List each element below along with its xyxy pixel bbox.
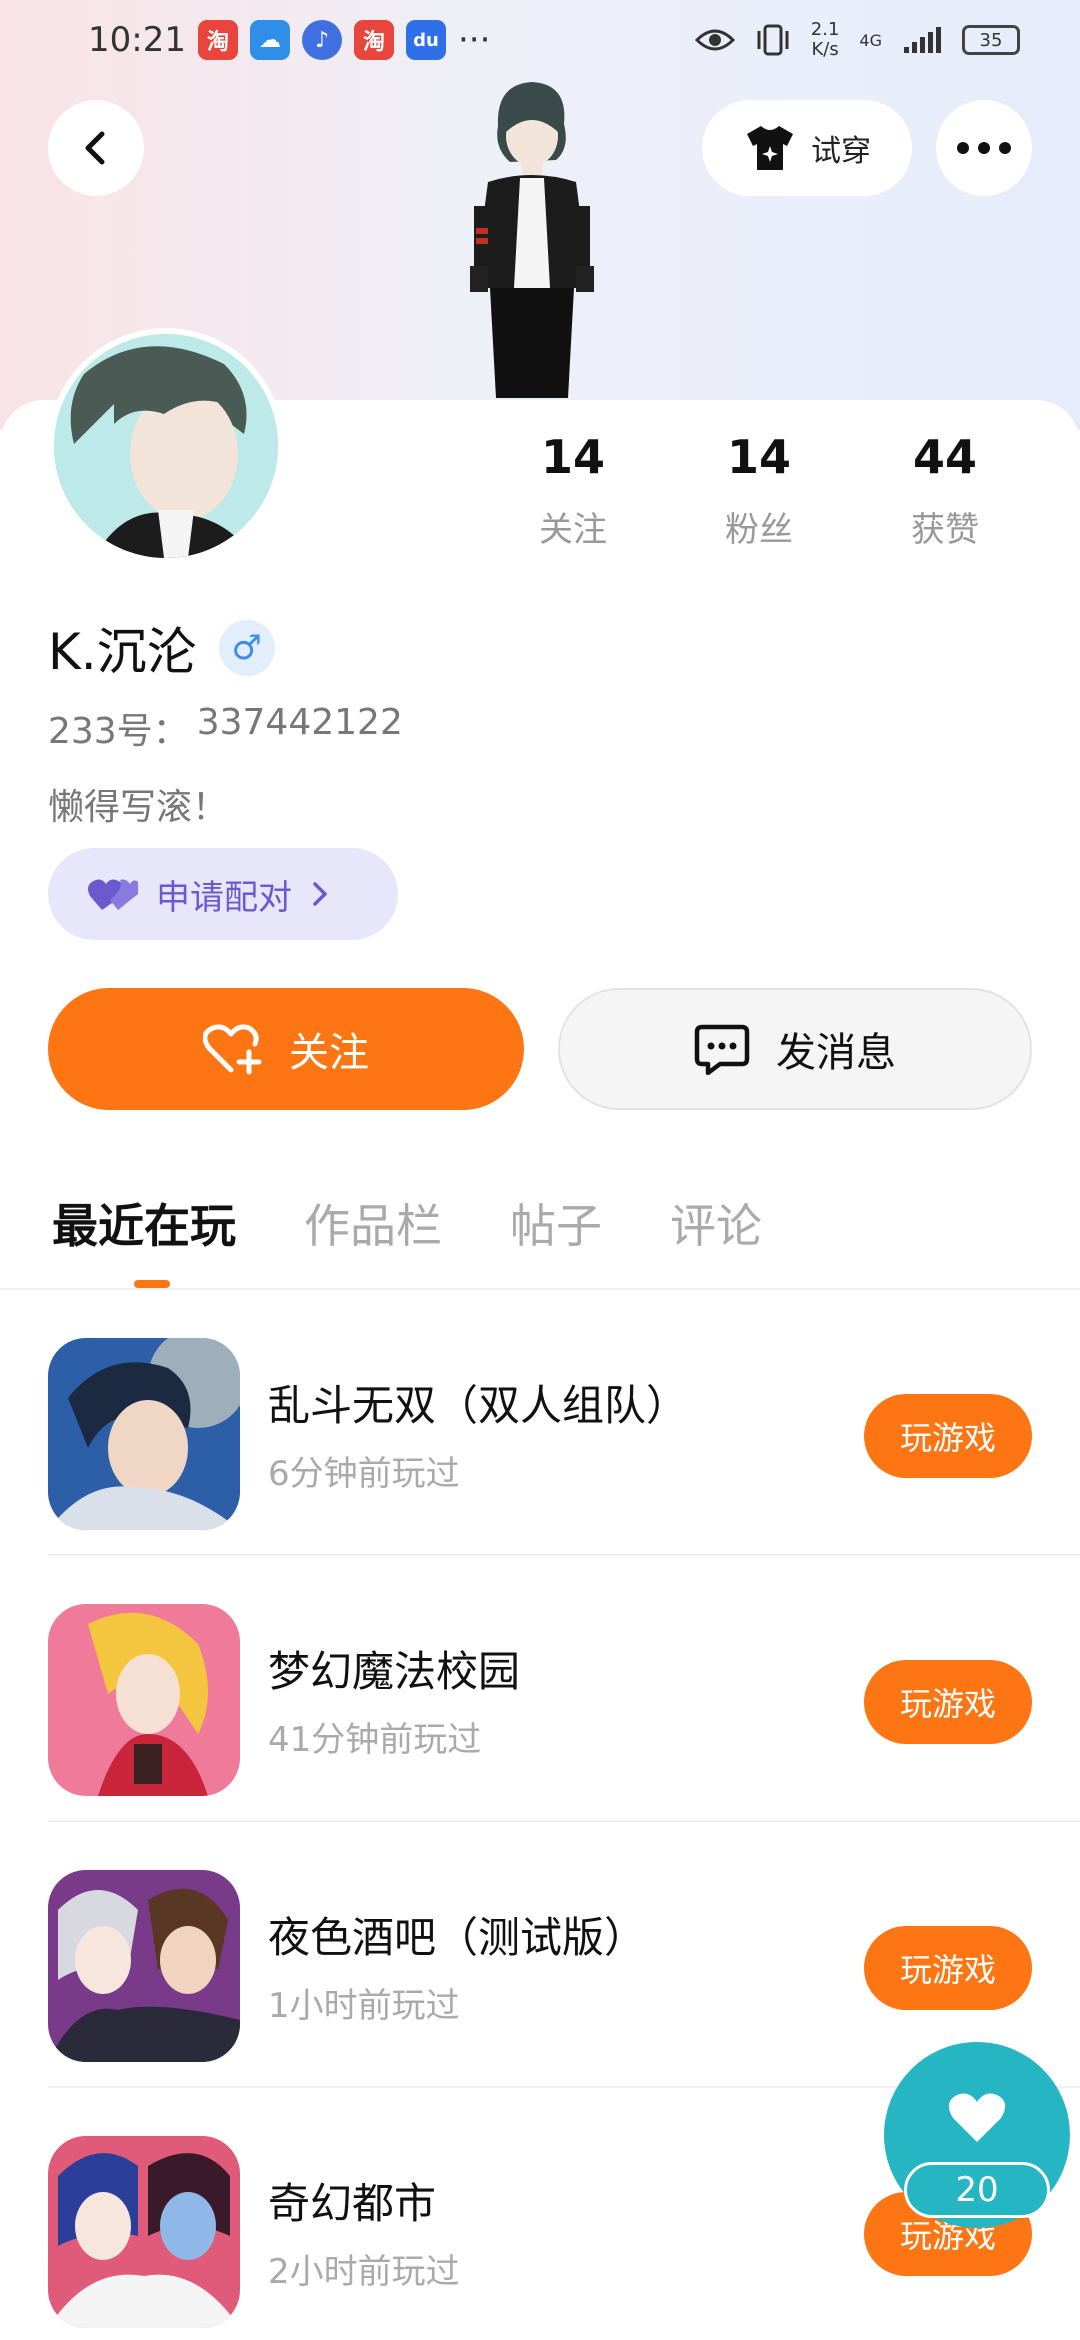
music-icon: ♪ [301, 20, 342, 60]
game-last-played: 2小时前玩过 [268, 2252, 460, 2292]
signal-icon [904, 27, 941, 53]
play-game-button[interactable]: 玩游戏 [864, 1394, 1032, 1478]
eye-icon [694, 29, 735, 51]
heart-add-icon [203, 1024, 262, 1075]
game-icon [48, 2136, 240, 2328]
play-game-button[interactable]: 玩游戏 [864, 1926, 1032, 2010]
try-on-button[interactable]: 试穿 [702, 100, 912, 196]
game-title: 梦幻魔法校园 [268, 1647, 521, 1696]
apply-pair-label: 申请配对 [156, 877, 292, 918]
tab-posts[interactable]: 帖子 [510, 1190, 602, 1256]
list-item[interactable]: 梦幻魔法校园 41分钟前玩过 玩游戏 [0, 1556, 1080, 1822]
game-title: 夜色酒吧（测试版） [268, 1913, 647, 1962]
send-message-button[interactable]: 发消息 [558, 988, 1032, 1110]
game-icon [48, 1870, 240, 2062]
speed-value: 2.1 [810, 19, 840, 40]
list-item[interactable]: 夜色酒吧（测试版） 1小时前玩过 玩游戏 [0, 1822, 1080, 2088]
battery-icon: 35 [962, 25, 1020, 55]
likes-count: 44 [912, 430, 977, 484]
back-button[interactable] [48, 100, 144, 196]
game-title: 乱斗无双（双人组队） [268, 1381, 689, 1430]
tshirt-icon [747, 126, 793, 170]
apply-pair-button[interactable]: 申请配对 [48, 848, 398, 940]
tab-recently-played[interactable]: 最近在玩 [52, 1190, 236, 1256]
user-id: 233号： 337442122 [48, 702, 403, 754]
battery-level: 35 [979, 29, 1003, 51]
tab-comments[interactable]: 评论 [670, 1190, 762, 1256]
vibrate-icon [757, 24, 789, 56]
character-figure [470, 82, 594, 398]
status-more: ··· [457, 20, 491, 60]
following-label: 关注 [539, 510, 607, 550]
stats-row: 14 关注 14 粉丝 44 获赞 [480, 430, 1040, 551]
game-last-played: 1小时前玩过 [268, 1986, 460, 2026]
avatar-image [54, 334, 278, 558]
send-message-label: 发消息 [776, 1030, 896, 1076]
heart-icon [948, 2093, 1006, 2142]
avatar[interactable] [48, 328, 284, 564]
bio: 懒得写滚！ [48, 787, 229, 828]
game-last-played: 6分钟前玩过 [268, 1454, 460, 1494]
follow-button[interactable]: 关注 [48, 988, 524, 1110]
followers-label: 粉丝 [725, 510, 793, 550]
taobao-icon: 淘 [353, 20, 394, 60]
taobao-icon: 淘 [197, 20, 238, 60]
baidu-icon: du [405, 20, 446, 60]
following-count: 14 [540, 430, 605, 484]
username: K.沉沦 [48, 623, 197, 681]
stat-followers[interactable]: 14 粉丝 [666, 430, 852, 551]
more-options-button[interactable] [936, 100, 1032, 196]
stat-likes[interactable]: 44 获赞 [852, 430, 1038, 551]
follow-label: 关注 [289, 1030, 369, 1076]
active-tab-indicator [134, 1280, 170, 1288]
profile-tabs: 最近在玩 作品栏 帖子 评论 [52, 1190, 762, 1256]
user-id-value: 337442122 [196, 702, 403, 743]
like-count-badge: 20 [904, 2162, 1050, 2218]
chat-bubble-icon [694, 1024, 750, 1075]
status-bar: 10:21 淘 ☁ ♪ 淘 du ··· 2.1 K/s 4G 35 [0, 0, 1080, 80]
gender-male-icon: ♂ [218, 620, 275, 676]
list-item[interactable]: 乱斗无双（双人组队） 6分钟前玩过 玩游戏 [0, 1290, 1080, 1556]
game-last-played: 41分钟前玩过 [268, 1720, 482, 1760]
tab-works[interactable]: 作品栏 [304, 1190, 442, 1256]
status-time: 10:21 [88, 20, 186, 60]
likes-label: 获赞 [911, 510, 979, 550]
network-speed: 2.1 K/s [811, 20, 840, 60]
chevron-left-icon [85, 131, 105, 165]
double-heart-icon [88, 879, 138, 910]
more-dots-icon [957, 142, 1011, 154]
game-title: 奇幻都市 [268, 2179, 437, 2228]
weather-icon: ☁ [249, 20, 290, 60]
speed-unit: K/s [811, 39, 839, 60]
try-on-label: 试穿 [811, 134, 871, 169]
game-icon [48, 1338, 240, 1530]
play-game-button[interactable]: 玩游戏 [864, 1660, 1032, 1744]
username-row: K.沉沦 ♂ [48, 612, 275, 684]
network-type: 4G [859, 30, 882, 50]
game-icon [48, 1604, 240, 1796]
user-id-label: 233号： [48, 711, 189, 752]
stat-following[interactable]: 14 关注 [480, 430, 666, 551]
chevron-right-icon [313, 882, 327, 906]
followers-count: 14 [726, 430, 791, 484]
